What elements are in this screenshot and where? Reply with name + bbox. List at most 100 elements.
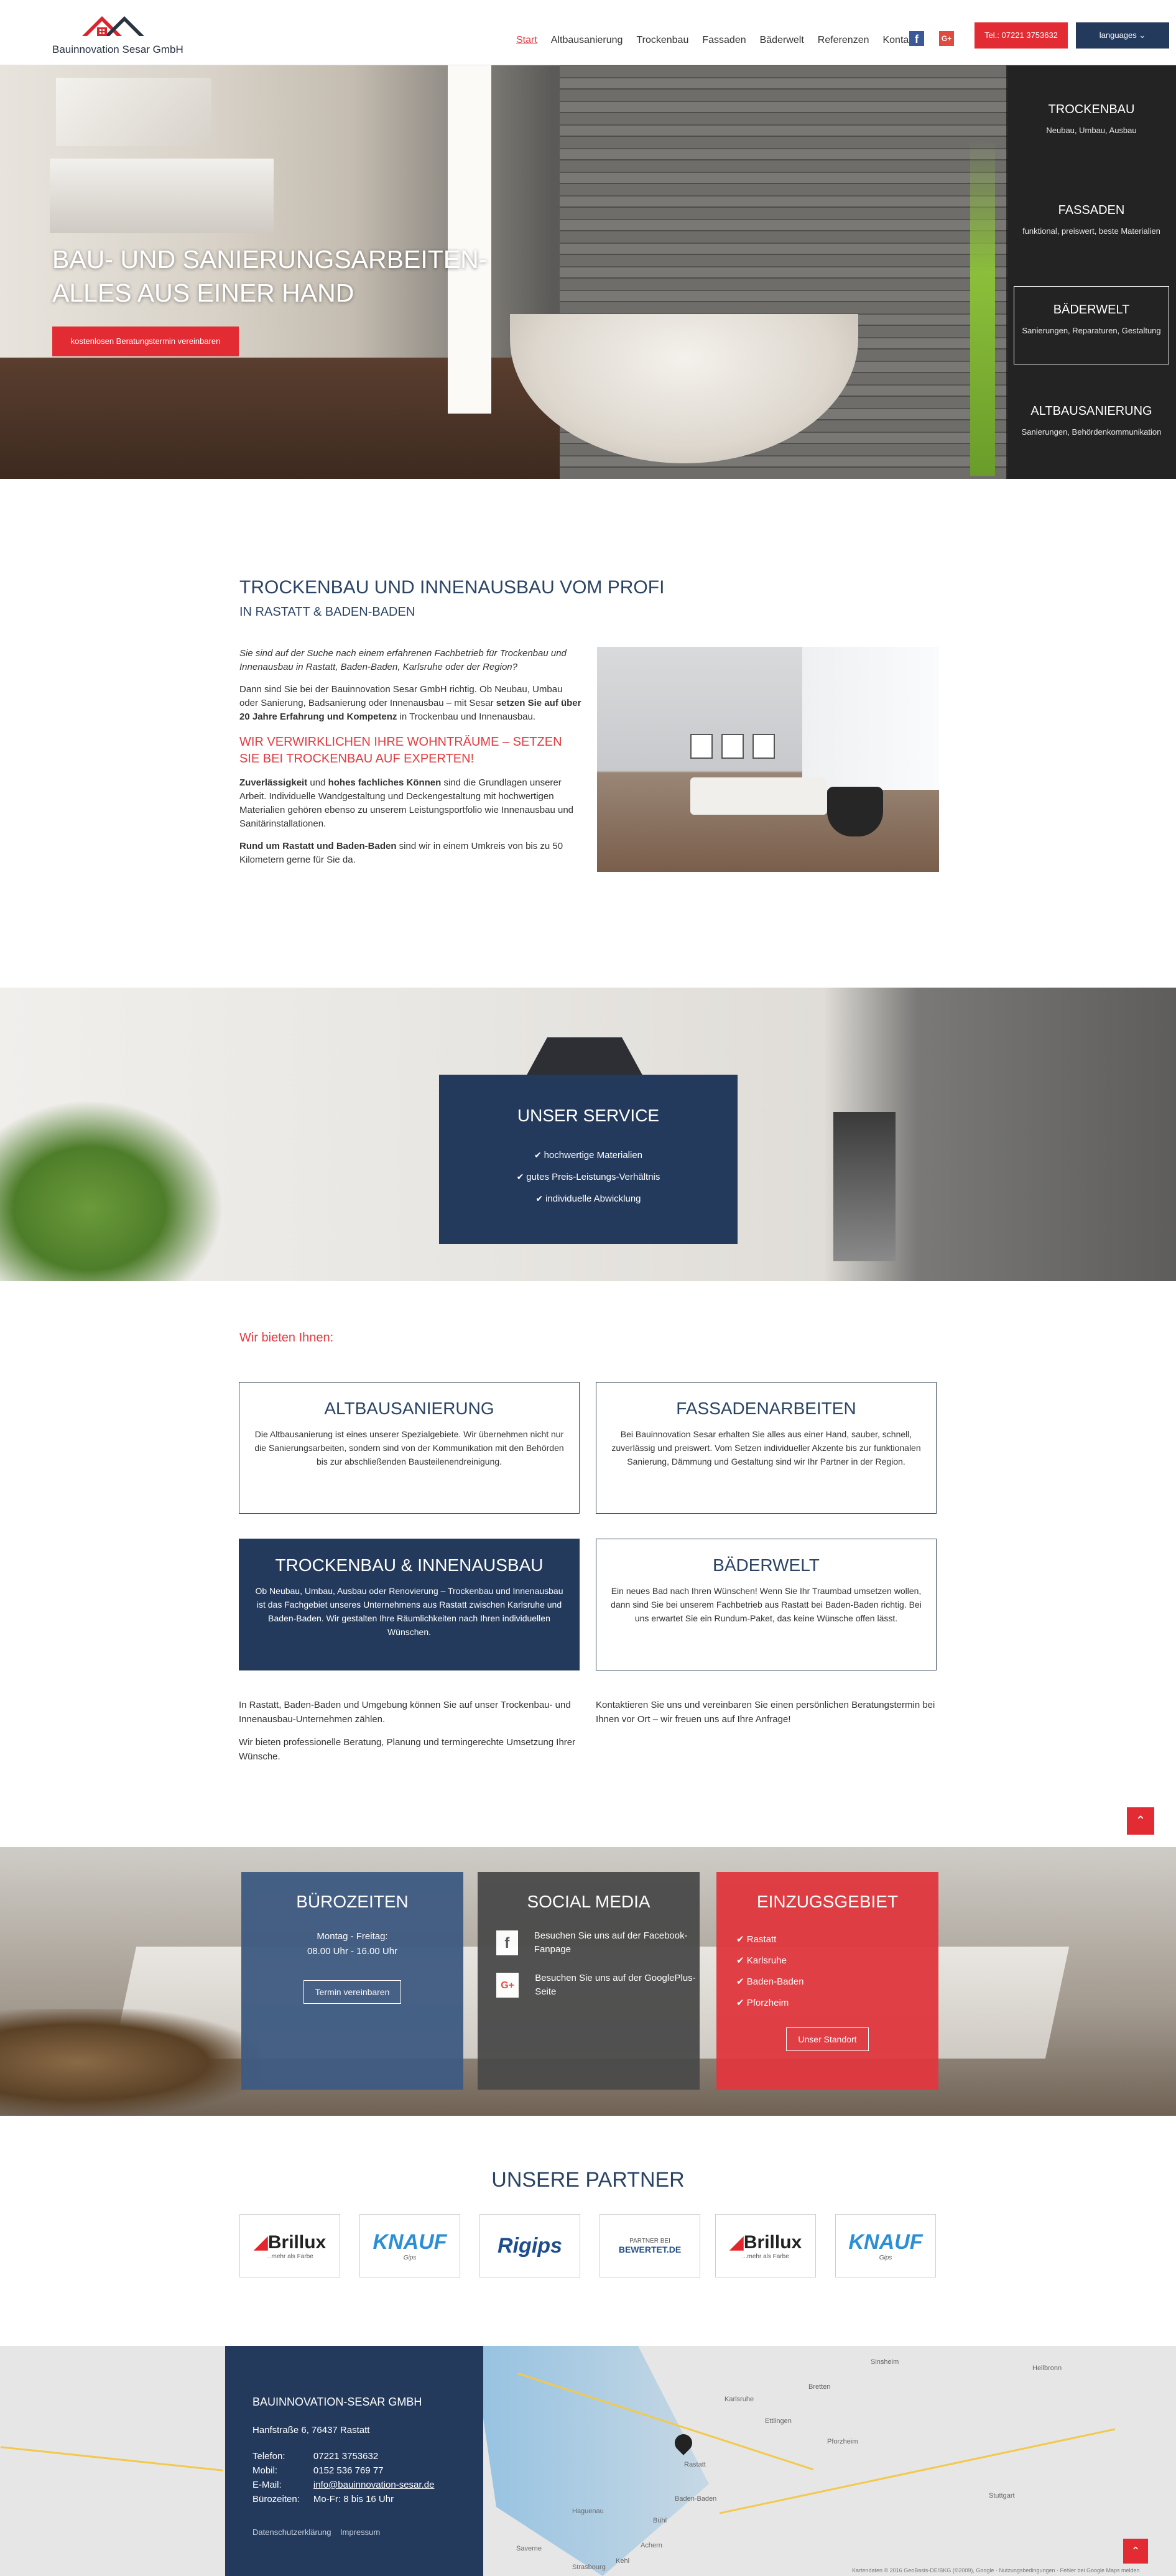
imprint-link[interactable]: Impressum [340, 2527, 380, 2537]
partner-logo-bewertet[interactable]: PARTNER BEI BEWERTET.DE [600, 2214, 700, 2277]
text-span: und [307, 777, 328, 788]
facebook-link[interactable]: f Besuchen Sie uns auf der Facebook-Fanp… [478, 1929, 700, 1957]
intro-paragraph: Rund um Rastatt und Baden-Baden sind wir… [239, 840, 581, 867]
map-city: Sinsheim [871, 2358, 899, 2366]
side-item-fassaden[interactable]: FASSADEN funktional, preiswert, beste Ma… [1014, 203, 1169, 236]
contact-table: Telefon: 07221 3753632 Mobil: 0152 536 769… [252, 2449, 448, 2506]
area-item: Baden-Baden [736, 1971, 938, 1993]
hero-side-menu: TROCKENBAU Neubau, Umbau, Ausbau FASSADE… [1006, 65, 1176, 479]
google-plus-link[interactable]: G+ Besuchen Sie uns auf der GooglePlus-S… [478, 1971, 700, 1999]
chevron-up-icon: ⌃ [1131, 2545, 1141, 2557]
scroll-top-button[interactable]: ⌃ [1127, 1807, 1154, 1835]
card-altbausanierung[interactable]: ALTBAUSANIERUNG Die Altbausanierung ist … [239, 1382, 580, 1514]
contact-row: Telefon: 07221 3753632 [252, 2449, 448, 2463]
scroll-top-button-bottom[interactable]: ⌃ [1123, 2539, 1148, 2564]
location-button[interactable]: Unser Standort [786, 2027, 869, 2051]
footer-links: Datenschutzerklärung Impressum [252, 2527, 483, 2537]
side-item-title: FASSADEN [1058, 203, 1125, 217]
partner-name: Brillux [743, 2232, 802, 2253]
nav-fassaden[interactable]: Fassaden [702, 35, 746, 46]
note-paragraph: In Rastatt, Baden-Baden und Umgebung kön… [239, 1700, 571, 1725]
partner-name: Rigips [498, 2233, 562, 2258]
office-hours-box: BÜROZEITEN Montag - Freitag: 08.00 Uhr -… [241, 1872, 463, 2090]
map-city: Strasbourg [572, 2564, 606, 2571]
text-bold: Zuverlässigkeit [239, 777, 308, 788]
language-label: languages [1099, 30, 1137, 40]
map-city: Kehl [616, 2557, 630, 2565]
partner-name: Brillux [267, 2232, 326, 2253]
side-item-title: TROCKENBAU [1048, 103, 1135, 116]
contact-label: Mobil: [252, 2465, 278, 2476]
knauf-logo: KNAUF Gips [373, 2230, 447, 2261]
contact-label: Telefon: [252, 2451, 285, 2462]
partner-name: KNAUF [373, 2230, 447, 2254]
side-item-desc: Neubau, Umbau, Ausbau [1046, 126, 1137, 135]
logo-text: Bauinnovation Sesar GmbH [52, 44, 183, 55]
intro-red-heading: WIR VERWIRKLICHEN IHRE WOHNTRÄUME – SETZ… [239, 735, 562, 766]
nav-referenzen[interactable]: Referenzen [818, 35, 869, 46]
google-plus-icon[interactable]: G+ [939, 31, 954, 46]
card-fassadenarbeiten[interactable]: FASSADENARBEITEN Bei Bauinnovation Sesar… [596, 1382, 937, 1514]
contact-value[interactable]: 0152 536 769 77 [313, 2463, 448, 2478]
map-city: Ettlingen [765, 2417, 792, 2425]
facebook-text: Besuchen Sie uns auf der Facebook-Fanpag… [534, 1930, 688, 1955]
hero-cta-button[interactable]: kostenlosen Beratungstermin vereinbaren [52, 327, 239, 356]
partner-logo-knauf-2[interactable]: KNAUF Gips [835, 2214, 936, 2277]
side-item-altbausanierung[interactable]: ALTBAUSANIERUNG Sanierungen, Behördenkom… [1014, 404, 1169, 437]
nav-trockenbau[interactable]: Trockenbau [636, 35, 688, 46]
contact-value: Mo-Fr: 8 bis 16 Uhr [313, 2494, 394, 2504]
nav-start[interactable]: Start [516, 35, 537, 46]
partner-logo-brillux-2[interactable]: ◢Brillux ...mehr als Farbe [715, 2214, 816, 2277]
card-title: FASSADENARBEITEN [676, 1399, 856, 1418]
side-item-trockenbau[interactable]: TROCKENBAU Neubau, Umbau, Ausbau [1014, 103, 1169, 136]
intro-paragraph: Sie sind auf der Suche nach einem erfahr… [239, 648, 567, 672]
location-map[interactable]: Haguenau Karlsruhe Rastatt Baden-Baden P… [0, 2346, 1176, 2576]
living-room-image [597, 647, 939, 872]
knauf-logo: KNAUF Gips [849, 2230, 923, 2261]
note-paragraph: Wir bieten professionelle Beratung, Plan… [239, 1737, 576, 1762]
logo[interactable]: Bauinnovation Sesar GmbH [52, 11, 189, 55]
contact-box: BAUINNOVATION-SESAR GMBH Hanfstraße 6, 7… [225, 2346, 483, 2576]
language-button[interactable]: languages ⌄ [1076, 22, 1169, 49]
area-item: Karlsruhe [736, 1950, 938, 1971]
card-text: Die Altbausanierung ist eines unserer Sp… [254, 1429, 564, 1466]
partner-logo-rigips[interactable]: Rigips [479, 2214, 580, 2277]
text-span: in Trockenbau und Innenausbau. [397, 711, 536, 722]
facebook-icon[interactable]: f [909, 31, 924, 46]
card-baederwelt[interactable]: BÄDERWELT Ein neues Bad nach Ihren Wünsc… [596, 1539, 937, 1670]
service-area-box: EINZUGSGEBIET Rastatt Karlsruhe Baden-Ba… [716, 1872, 938, 2090]
service-area-title: EINZUGSGEBIET [756, 1892, 899, 1911]
contact-value[interactable]: 07221 3753632 [313, 2449, 448, 2463]
map-city: Haguenau [572, 2508, 604, 2515]
site-header: Bauinnovation Sesar GmbH Start Altbausan… [0, 0, 1176, 65]
contact-title: BAUINNOVATION-SESAR GMBH [252, 2396, 422, 2408]
contact-label: Bürozeiten: [252, 2494, 300, 2504]
partners-title: UNSERE PARTNER [491, 2168, 685, 2192]
card-trockenbau[interactable]: TROCKENBAU & INNENAUSBAU Ob Neubau, Umba… [239, 1539, 580, 1670]
privacy-link[interactable]: Datenschutzerklärung [252, 2527, 331, 2537]
brillux-mark-icon: ◢ [253, 2232, 268, 2253]
appointment-button[interactable]: Termin vereinbaren [303, 1980, 402, 2004]
map-city: Heilbronn [1032, 2365, 1062, 2372]
intro-subheading: IN RASTATT & BADEN-BADEN [239, 605, 415, 619]
hero-title-line1: BAU- UND SANIERUNGSARBEITEN- [52, 245, 488, 274]
service-list: hochwertige Materialien gutes Preis-Leis… [439, 1144, 738, 1210]
page: Bauinnovation Sesar GmbH Start Altbausan… [0, 0, 1176, 2576]
card-text: Ob Neubau, Umbau, Ausbau oder Renovierun… [255, 1586, 563, 1637]
wall-frame [690, 734, 713, 759]
nav-altbausanierung[interactable]: Altbausanierung [551, 35, 623, 46]
side-item-baederwelt[interactable]: BÄDERWELT Sanierungen, Reparaturen, Gest… [1014, 286, 1169, 364]
nav-baederwelt[interactable]: Bäderwelt [760, 35, 804, 46]
map-city: Bühl [653, 2517, 667, 2524]
phone-button[interactable]: Tel.: 07221 3753632 [975, 22, 1068, 49]
partner-logo-knauf[interactable]: KNAUF Gips [359, 2214, 460, 2277]
partner-sub: Gips [879, 2254, 892, 2261]
partner-name: BEWERTET.DE [618, 2244, 682, 2254]
map-attribution: Kartendaten © 2016 GeoBasis-DE/BKG (©200… [852, 2567, 1140, 2574]
partner-logo-brillux[interactable]: ◢Brillux ...mehr als Farbe [239, 2214, 340, 2277]
map-road [719, 2428, 1116, 2514]
main-nav: Start Altbausanierung Trockenbau Fassade… [516, 35, 917, 46]
map-city: Baden-Baden [675, 2495, 717, 2503]
contact-email-link[interactable]: info@bauinnovation-sesar.de [313, 2478, 448, 2492]
map-city: Karlsruhe [725, 2396, 754, 2403]
